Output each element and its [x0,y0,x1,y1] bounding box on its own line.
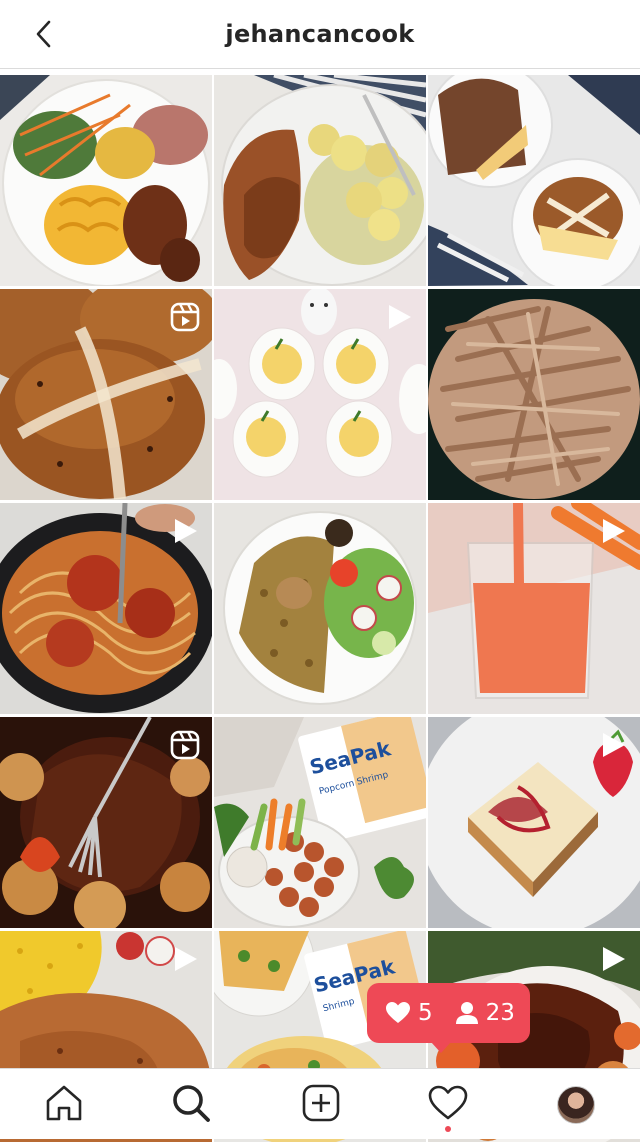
post-tile-7[interactable] [0,503,212,714]
tab-search[interactable] [171,1083,211,1123]
person-icon [455,1002,478,1024]
tab-home[interactable] [44,1083,84,1123]
video-icon [175,519,197,543]
video-icon [389,305,411,329]
new-post-icon [302,1084,340,1122]
search-icon [173,1085,210,1122]
video-icon [603,733,625,757]
food-photo [428,289,640,500]
post-tile-5[interactable] [214,289,426,500]
followers-count: 23 [485,1000,515,1026]
post-tile-6[interactable] [428,289,640,500]
reel-icon [170,730,200,760]
post-grid: SeaPak Popcorn Shrimp SeaPak Shrimp [0,75,640,1142]
post-tile-12[interactable] [428,717,640,928]
tab-new-post[interactable] [301,1083,341,1123]
profile-username: jehancancook [225,20,415,48]
tab-activity[interactable] [428,1083,468,1123]
profile-header: jehancancook [0,0,640,69]
activity-notification-bubble[interactable]: 5 23 [367,983,530,1053]
video-icon [603,519,625,543]
likes-count: 5 [418,1000,433,1026]
bottom-tab-bar [0,1068,640,1139]
home-icon [46,1085,82,1121]
video-icon [175,947,197,971]
chevron-left-icon [36,20,51,48]
likes-count-item: 5 [385,1000,433,1026]
activity-indicator-dot [445,1126,451,1132]
activity-heart-icon [428,1085,468,1120]
post-tile-1[interactable] [0,75,212,286]
post-tile-2[interactable] [214,75,426,286]
tab-profile-avatar[interactable] [557,1086,595,1124]
post-tile-3[interactable] [428,75,640,286]
post-tile-8[interactable] [214,503,426,714]
post-tile-11[interactable]: SeaPak Popcorn Shrimp [214,717,426,928]
food-photo [0,75,212,286]
food-photo [214,503,426,714]
post-tile-9[interactable] [428,503,640,714]
reel-icon [170,302,200,332]
food-photo [214,75,426,286]
food-photo [428,75,640,286]
post-tile-4[interactable] [0,289,212,500]
post-tile-10[interactable] [0,717,212,928]
video-icon [603,947,625,971]
food-photo: SeaPak Popcorn Shrimp [214,717,426,928]
back-button[interactable] [28,18,60,50]
followers-count-item: 23 [455,1000,515,1026]
heart-filled-icon [386,1002,410,1023]
